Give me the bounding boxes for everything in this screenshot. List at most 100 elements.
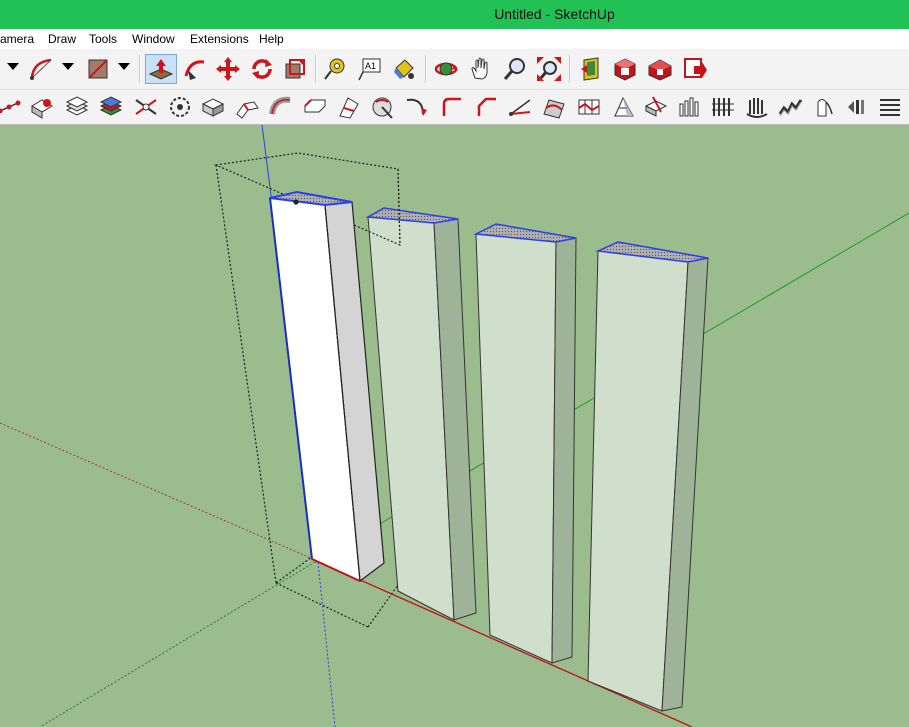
roll-icon <box>746 98 768 118</box>
green-axis-dashed <box>39 561 316 727</box>
roll-button[interactable] <box>744 93 770 121</box>
arc-edge-icon <box>406 98 427 116</box>
section-plane-tool-button[interactable] <box>577 54 605 84</box>
push-box-icon <box>201 98 225 117</box>
menu-camera[interactable]: amera <box>0 32 34 46</box>
fence-button[interactable] <box>710 93 736 121</box>
split-faces-icon <box>543 99 565 119</box>
extension-warehouse-icon <box>648 59 672 81</box>
text-icon: A1 <box>358 58 381 81</box>
rectangle-icon <box>88 59 108 79</box>
move-icon <box>216 57 240 81</box>
slice-icon <box>644 96 668 117</box>
window-title: Untitled - SketchUp <box>494 6 615 22</box>
blend-button[interactable] <box>877 93 903 121</box>
layout-send-button[interactable] <box>681 54 709 84</box>
wave-button[interactable] <box>778 93 804 121</box>
menu-tools[interactable]: Tools <box>89 32 117 46</box>
bevel-icon <box>477 97 496 116</box>
extension-warehouse-button[interactable] <box>646 54 674 84</box>
round-corner-button[interactable] <box>29 93 55 121</box>
follow-me-icon <box>184 60 205 80</box>
menu-window[interactable]: Window <box>132 32 175 46</box>
split-faces-button[interactable] <box>541 93 567 121</box>
send-to-layout-icon <box>684 58 707 78</box>
3d-warehouse-button[interactable] <box>611 54 639 84</box>
extrude-button[interactable] <box>611 93 637 121</box>
chevron-down-icon[interactable] <box>62 63 74 70</box>
drawing-viewport[interactable] <box>0 125 909 727</box>
curve-icon <box>269 96 291 115</box>
zoom-extents-icon <box>537 57 561 81</box>
scale-icon <box>285 59 305 79</box>
blend-icon <box>880 99 900 116</box>
bevel-button[interactable] <box>474 93 500 121</box>
helix-icon <box>848 100 864 114</box>
chevron-down-icon[interactable] <box>118 63 130 70</box>
push-vertices-button[interactable] <box>200 93 226 121</box>
move-tool-button[interactable] <box>214 54 242 84</box>
knife-icon <box>372 97 393 119</box>
slice-button[interactable] <box>643 93 669 121</box>
cylinder-icon <box>817 99 833 117</box>
arc-tool-button[interactable] <box>28 54 56 84</box>
cylinder-button[interactable] <box>812 93 838 121</box>
section-cut-icon <box>339 97 359 119</box>
wave-icon <box>778 99 803 117</box>
box-4[interactable] <box>587 241 709 712</box>
joint-push-icon <box>578 99 600 115</box>
corner-button[interactable] <box>439 93 465 121</box>
helix-button[interactable] <box>844 93 870 121</box>
wire-icon <box>679 97 699 117</box>
curve-button[interactable] <box>268 93 294 121</box>
round-corner-icon <box>31 99 53 119</box>
box-2[interactable] <box>365 207 477 621</box>
hand-icon <box>471 57 488 80</box>
explode-button[interactable] <box>133 93 159 121</box>
layers-button[interactable] <box>64 93 90 121</box>
rotate-icon <box>252 59 272 79</box>
menu-extensions[interactable]: Extensions <box>190 32 249 46</box>
corner-icon <box>442 97 461 116</box>
section-cut-button[interactable] <box>336 93 362 121</box>
orbit-tool-button[interactable] <box>432 54 460 84</box>
rotate-tool-button[interactable] <box>248 54 276 84</box>
select-vertices-button[interactable] <box>167 93 193 121</box>
tape-measure-tool-button[interactable] <box>321 54 349 84</box>
bend-icon <box>236 101 259 119</box>
stack-layers-button[interactable] <box>98 93 124 121</box>
follow-me-tool-button[interactable] <box>181 54 209 84</box>
fredo-line-button[interactable] <box>0 93 22 121</box>
push-pull-tool-button[interactable] <box>145 54 177 84</box>
pan-tool-button[interactable] <box>467 54 495 84</box>
box-3[interactable] <box>473 223 577 664</box>
knife-button[interactable] <box>369 93 395 121</box>
wire-button[interactable] <box>677 93 703 121</box>
svg-text:A1: A1 <box>365 61 376 71</box>
zoom-tool-button[interactable] <box>501 54 529 84</box>
arc-edge-button[interactable] <box>403 93 429 121</box>
arc-icon <box>30 58 52 80</box>
section-plane-icon <box>581 57 599 81</box>
blue-axis-dashed <box>317 561 336 727</box>
paint-bucket-tool-button[interactable] <box>390 54 418 84</box>
chamfer-button[interactable] <box>302 93 328 121</box>
text-tool-button[interactable]: A1 <box>355 54 383 84</box>
scale-tool-button[interactable] <box>281 54 309 84</box>
joint-push-button[interactable] <box>576 93 602 121</box>
menu-help[interactable]: Help <box>259 32 284 46</box>
zoom-extents-tool-button[interactable] <box>535 54 563 84</box>
rectangle-tool-button[interactable] <box>84 54 112 84</box>
offset-icon <box>509 99 531 116</box>
dotted-line-icon <box>0 100 21 114</box>
offset-button[interactable] <box>508 93 534 121</box>
scene-canvas[interactable] <box>0 125 909 727</box>
stack-icon <box>99 96 123 116</box>
tape-measure-icon <box>324 58 345 80</box>
bend-button[interactable] <box>234 93 260 121</box>
fence-icon <box>712 98 734 116</box>
menu-draw[interactable]: Draw <box>48 32 76 46</box>
red-axis-dashed <box>0 422 321 563</box>
chevron-down-icon[interactable] <box>7 63 19 70</box>
vertex-circle-icon <box>170 97 190 117</box>
